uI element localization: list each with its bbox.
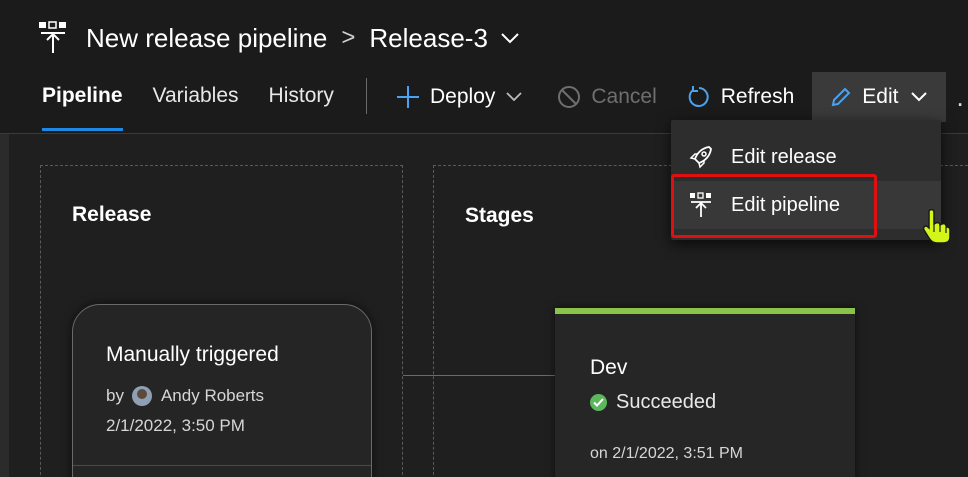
hand-pointer-cursor-icon bbox=[922, 208, 951, 244]
release-trigger: Manually triggered bbox=[106, 343, 279, 366]
deploy-button[interactable]: Deploy bbox=[386, 72, 533, 122]
tab-variables[interactable]: Variables bbox=[153, 76, 239, 108]
release-author: by Andy Roberts bbox=[106, 386, 264, 406]
plus-icon bbox=[397, 86, 419, 108]
avatar bbox=[131, 386, 152, 406]
toolbar-divider bbox=[366, 78, 367, 114]
check-circle-icon bbox=[590, 394, 607, 411]
stage-status: Succeeded bbox=[590, 391, 716, 414]
rocket-icon bbox=[687, 145, 715, 169]
top-bar: New release pipeline > Release-3 Pipelin… bbox=[0, 0, 968, 134]
release-selector[interactable]: Release-3 bbox=[369, 23, 488, 54]
release-card[interactable]: Manually triggered by Andy Roberts 2/1/2… bbox=[72, 304, 372, 477]
stage-name: Dev bbox=[590, 356, 628, 379]
cancel-label: Cancel bbox=[591, 85, 657, 108]
cancel-button[interactable]: Cancel bbox=[547, 72, 666, 122]
refresh-label: Refresh bbox=[720, 85, 795, 108]
more-actions-button[interactable]: ... bbox=[946, 72, 968, 122]
cancel-icon bbox=[558, 86, 581, 108]
chevron-down-icon bbox=[911, 92, 928, 102]
menu-item-label: Edit release bbox=[731, 145, 837, 168]
tab-history[interactable]: History bbox=[269, 76, 334, 108]
edit-label: Edit bbox=[862, 85, 899, 108]
author-name: Andy Roberts bbox=[160, 386, 264, 405]
card-divider bbox=[73, 465, 371, 466]
pipeline-icon bbox=[39, 21, 66, 53]
stages-panel-title: Stages bbox=[465, 204, 534, 227]
pencil-icon bbox=[832, 87, 851, 107]
stage-status-label: Succeeded bbox=[616, 391, 717, 413]
deploy-label: Deploy bbox=[430, 85, 496, 108]
release-panel-title: Release bbox=[72, 203, 152, 226]
release-date: 2/1/2022, 3:50 PM bbox=[106, 416, 245, 435]
by-label: by bbox=[106, 386, 124, 405]
breadcrumb-separator: > bbox=[341, 24, 356, 51]
stage-date: on 2/1/2022, 3:51 PM bbox=[590, 445, 743, 462]
pipeline-connector bbox=[403, 375, 555, 376]
refresh-button[interactable]: Refresh bbox=[677, 72, 805, 122]
refresh-icon bbox=[688, 86, 709, 107]
page-header: New release pipeline > Release-3 bbox=[38, 18, 520, 58]
tab-pipeline[interactable]: Pipeline bbox=[42, 76, 123, 131]
tab-bar: Pipeline Variables History bbox=[42, 76, 364, 134]
highlight-annotation bbox=[671, 174, 877, 238]
page-title[interactable]: New release pipeline bbox=[86, 23, 327, 54]
toolbar: Deploy Cancel Refresh Edit . bbox=[386, 72, 968, 122]
stage-card-dev[interactable]: Dev Succeeded on 2/1/2022, 3:51 PM bbox=[555, 308, 855, 477]
edit-button[interactable]: Edit bbox=[812, 72, 947, 122]
chevron-down-icon bbox=[506, 92, 523, 102]
chevron-down-icon[interactable] bbox=[500, 31, 520, 45]
connector-joint bbox=[433, 375, 434, 376]
